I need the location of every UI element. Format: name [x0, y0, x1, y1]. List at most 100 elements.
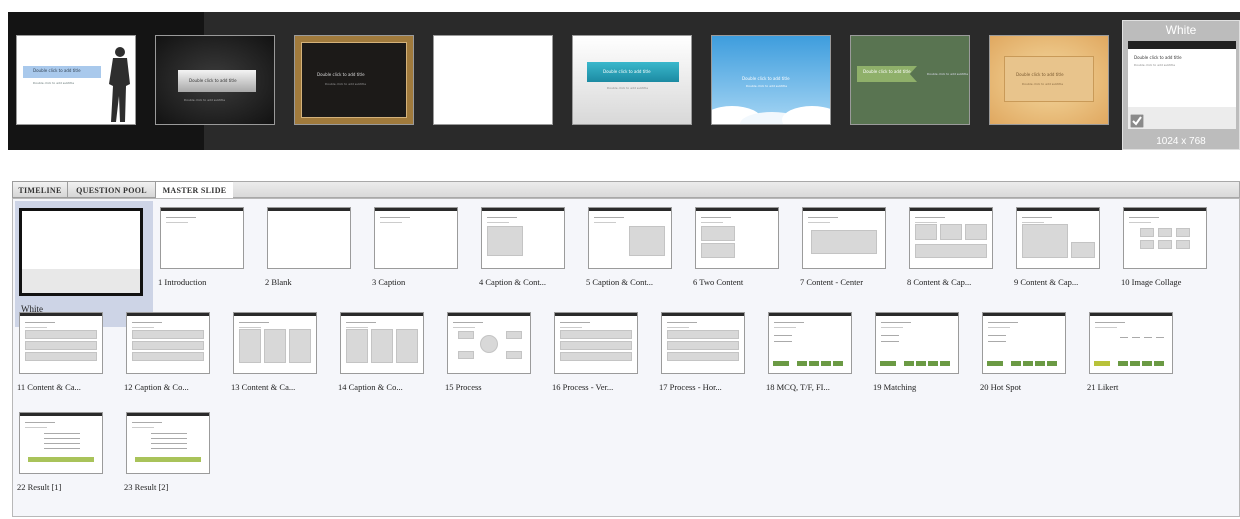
theme-3-subtitle: Double click to add subtitle [325, 82, 367, 86]
layout-6[interactable]: 6 Two Content [693, 206, 797, 290]
layout-23[interactable]: 23 Result [2] [124, 411, 228, 495]
layout-label: 23 Result [2] [124, 482, 169, 492]
layout-thumbnail [340, 312, 424, 374]
layout-label: 5 Caption & Cont... [586, 277, 654, 287]
selected-theme-preview: Double click to add title Double click t… [1128, 41, 1236, 129]
layout-4[interactable]: 4 Caption & Cont... [479, 206, 583, 290]
theme-5-subtitle: Double click to add subtitle [607, 86, 649, 90]
layout-5[interactable]: 5 Caption & Cont... [586, 206, 690, 290]
layout-label: 22 Result [1] [17, 482, 62, 492]
theme-8-subtitle: Double click to add subtitle [1022, 82, 1064, 86]
theme-thumbnail-1[interactable]: Double click to add title Double click t… [16, 35, 136, 125]
theme-thumbnail-3[interactable]: Double click to add title Double click t… [294, 35, 414, 125]
selected-theme-white[interactable]: White Double click to add title Double c… [1122, 20, 1240, 150]
layout-2[interactable]: 2 Blank [265, 206, 369, 290]
person-silhouette-icon [109, 47, 130, 122]
theme-6-subtitle: Double click to add subtitle [746, 84, 788, 88]
theme-thumbnail-8[interactable]: Double click to add title Double click t… [989, 35, 1109, 125]
layout-thumbnail [554, 312, 638, 374]
layout-label: 2 Blank [265, 277, 292, 287]
theme-3-title: Double click to add title [317, 72, 365, 77]
layout-14[interactable]: 14 Caption & Co... [338, 311, 442, 395]
checkmark-icon[interactable] [1130, 114, 1144, 128]
layout-label: 11 Content & Ca... [17, 382, 81, 392]
layout-label: 21 Likert [1087, 382, 1119, 392]
layout-thumbnail [19, 412, 103, 474]
layout-thumbnail [267, 207, 351, 269]
selected-theme-subtitle: Double click to add subtitle [1134, 63, 1176, 67]
layout-label: 4 Caption & Cont... [479, 277, 547, 287]
layout-thumbnail [126, 312, 210, 374]
layout-label: 1 Introduction [158, 277, 207, 287]
theme-7-subtitle: Double click to add subtitle [927, 72, 969, 76]
layout-20[interactable]: 20 Hot Spot [980, 311, 1084, 395]
layout-thumbnail [802, 207, 886, 269]
layout-thumbnail [875, 312, 959, 374]
layout-11[interactable]: 11 Content & Ca... [17, 311, 121, 395]
layout-label: 17 Process - Hor... [659, 382, 722, 392]
layout-3[interactable]: 3 Caption [372, 206, 476, 290]
master-slide-panel: TIMELINE QUESTION POOL MASTER SLIDE Whit… [12, 181, 1240, 517]
theme-8-title: Double click to add title [1016, 72, 1064, 77]
layout-1[interactable]: 1 Introduction [158, 206, 262, 290]
layout-label: 9 Content & Cap... [1014, 277, 1079, 287]
layout-16[interactable]: 16 Process - Ver... [552, 311, 656, 395]
theme-thumbnail-2[interactable]: Double click to add title Double click t… [155, 35, 275, 125]
theme-1-subtitle: Double click to add subtitle [33, 81, 75, 85]
layout-label: 13 Content & Ca... [231, 382, 296, 392]
layout-label: 19 Matching [873, 382, 917, 392]
layout-thumbnail [1016, 207, 1100, 269]
master-slide-white[interactable]: White [15, 201, 153, 327]
theme-5-title: Double click to add title [603, 69, 651, 74]
theme-2-title: Double click to add title [189, 78, 237, 83]
layout-7[interactable]: 7 Content - Center [800, 206, 904, 290]
layout-label: 7 Content - Center [800, 277, 864, 287]
theme-strip: Double click to add title Double click t… [8, 12, 1240, 150]
layout-thumbnail [233, 312, 317, 374]
layout-thumbnail [909, 207, 993, 269]
layout-thumbnail [695, 207, 779, 269]
layout-thumbnail [982, 312, 1066, 374]
theme-2-subtitle: Double click to add subtitle [184, 98, 226, 102]
master-slide-thumbnail [19, 208, 143, 296]
layout-label: 8 Content & Cap... [907, 277, 972, 287]
theme-1-title: Double click to add title [33, 68, 81, 73]
layout-label: 15 Process [445, 382, 482, 392]
layout-18[interactable]: 18 MCQ, T/F, FI... [766, 311, 870, 395]
layout-15[interactable]: 15 Process [445, 311, 549, 395]
layout-label: 12 Caption & Co... [124, 382, 189, 392]
layout-thumbnail [481, 207, 565, 269]
layout-thumbnail [19, 312, 103, 374]
layout-9[interactable]: 9 Content & Cap... [1014, 206, 1118, 290]
theme-6-title: Double click to add title [742, 76, 790, 81]
layout-thumbnail [1123, 207, 1207, 269]
tab-bar-filler [233, 181, 1240, 198]
layout-thumbnail [126, 412, 210, 474]
layout-8[interactable]: 8 Content & Cap... [907, 206, 1011, 290]
theme-thumbnail-5[interactable]: Double click to add title Double click t… [572, 35, 692, 125]
layout-12[interactable]: 12 Caption & Co... [124, 311, 228, 395]
theme-7-title: Double click to add title [863, 69, 911, 74]
layouts-area: White 1 Introduction 2 Blank 3 Caption 4 Ca… [12, 198, 1240, 517]
theme-thumbnail-6[interactable]: Double click to add title Double click t… [711, 35, 831, 125]
layout-19[interactable]: 19 Matching [873, 311, 977, 395]
selected-theme-size: 1024 x 768 [1156, 136, 1206, 147]
theme-thumbnail-7[interactable]: Double click to add title Double click t… [850, 35, 970, 125]
layout-label: 18 MCQ, T/F, FI... [766, 382, 830, 392]
selected-theme-title: Double click to add title [1134, 55, 1182, 60]
layout-22[interactable]: 22 Result [1] [17, 411, 121, 495]
layout-13[interactable]: 13 Content & Ca... [231, 311, 335, 395]
tab-question-pool[interactable]: QUESTION POOL [67, 181, 156, 198]
layout-10[interactable]: 10 Image Collage [1121, 206, 1225, 290]
theme-thumbnail-4[interactable] [433, 35, 553, 125]
layout-thumbnail [768, 312, 852, 374]
layout-label: 3 Caption [372, 277, 406, 287]
layout-thumbnail [588, 207, 672, 269]
layout-21[interactable]: 21 Likert [1087, 311, 1191, 395]
layout-label: 14 Caption & Co... [338, 382, 403, 392]
tab-timeline[interactable]: TIMELINE [12, 181, 68, 198]
layout-thumbnail [661, 312, 745, 374]
layout-thumbnail [447, 312, 531, 374]
layout-label: 6 Two Content [693, 277, 744, 287]
layout-17[interactable]: 17 Process - Hor... [659, 311, 763, 395]
